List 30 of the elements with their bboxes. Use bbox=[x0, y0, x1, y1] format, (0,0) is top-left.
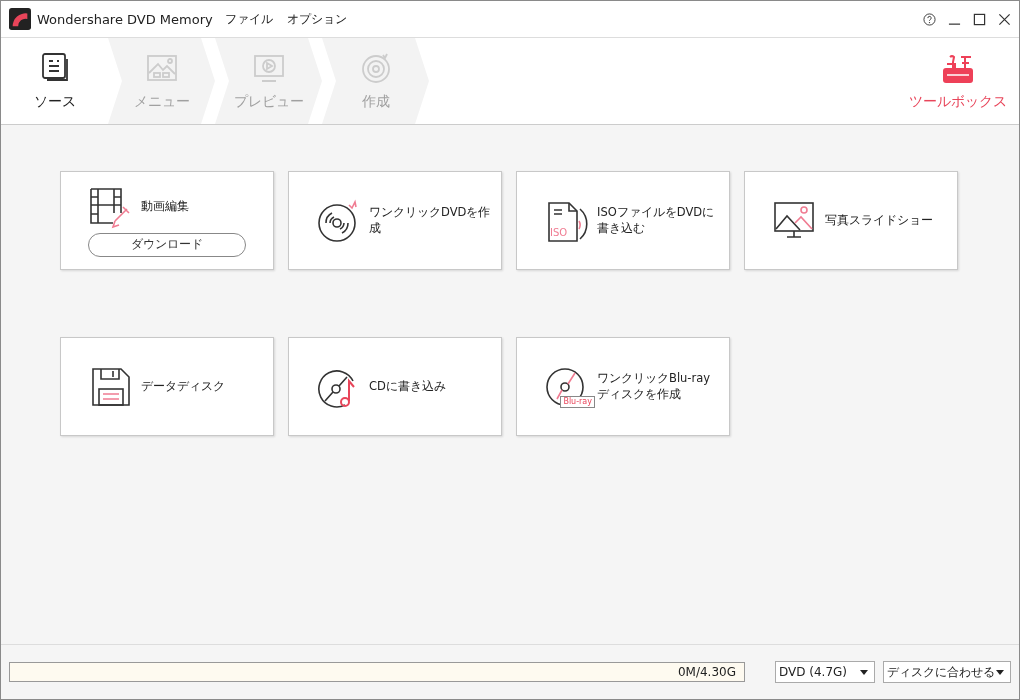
help-icon[interactable] bbox=[923, 12, 936, 26]
tile-label: 写真スライドショー bbox=[825, 212, 934, 229]
fit-mode-dropdown[interactable]: ディスクに合わせる bbox=[883, 661, 1011, 683]
caret-icon bbox=[996, 669, 1004, 675]
tile-label: データディスク bbox=[141, 378, 226, 395]
window-title: Wondershare DVD Memory bbox=[37, 11, 213, 27]
feature-tile[interactable]: Blu-ray ワンクリックBlu-rayディスクを作成 bbox=[516, 337, 730, 436]
tile-label: CDに書き込み bbox=[369, 378, 447, 395]
close-icon[interactable] bbox=[998, 12, 1011, 26]
toolbox-button[interactable]: ツールボックス bbox=[897, 38, 1019, 124]
tile-label: 動画編集 bbox=[141, 198, 190, 215]
download-button[interactable]: ダウンロード bbox=[88, 232, 246, 257]
feature-tile[interactable]: データディスク bbox=[60, 337, 274, 436]
menu-item[interactable]: ファイル bbox=[224, 10, 273, 28]
format-badge: Blu-ray bbox=[560, 395, 595, 408]
feature-tile[interactable]: 写真スライドショー bbox=[744, 171, 958, 270]
tile-label: ワンクリックDVDを作成 bbox=[369, 205, 492, 236]
feature-tile[interactable]: 動画編集 ダウンロード bbox=[60, 171, 274, 270]
tile-label: ISOファイルをDVDに書き込む bbox=[597, 205, 716, 236]
menu-item[interactable]: オプション bbox=[286, 10, 347, 28]
disc-type-dropdown[interactable]: DVD (4.7G) bbox=[775, 661, 875, 683]
feature-tile[interactable]: ISO ISOファイルをDVDに書き込む bbox=[516, 171, 730, 270]
iso-label: ISO bbox=[550, 227, 568, 238]
feature-tile[interactable]: ワンクリックDVDを作成 bbox=[288, 171, 502, 270]
maximize-icon[interactable] bbox=[973, 12, 986, 26]
feature-tile[interactable]: CDに書き込み bbox=[288, 337, 502, 436]
capacity-reading: 0M/4.30G bbox=[677, 665, 737, 679]
app-logo-icon bbox=[9, 8, 31, 30]
caret-icon bbox=[860, 669, 868, 675]
tile-label: ワンクリックBlu-rayディスクを作成 bbox=[597, 371, 712, 402]
